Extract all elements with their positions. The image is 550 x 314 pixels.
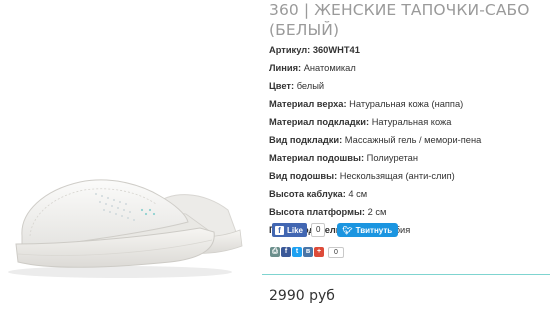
spec-value: 2 см xyxy=(367,207,387,217)
facebook-like-count: 0 xyxy=(311,223,326,237)
spec-value: Натуральная кожа xyxy=(371,117,452,127)
spec-label: Материал подошвы: xyxy=(269,153,365,163)
google-plus-icon[interactable]: + xyxy=(314,247,324,257)
spec-value: Натуральная кожа (наппа) xyxy=(349,99,464,109)
spec-heel-height: Высота каблука: 4 см xyxy=(269,188,550,206)
product-price: 2990 руб xyxy=(269,288,335,304)
spec-color: Цвет: белый xyxy=(269,80,550,98)
spec-value: Полиуретан xyxy=(366,153,418,163)
product-specs: Артикул: 360WHT41 Линия: Анатомикал Цвет… xyxy=(269,44,550,242)
spec-label: Цвет: xyxy=(269,81,295,91)
twitter-bird-icon: 🐦︎ xyxy=(342,225,353,235)
product-title-line1: 360 | ЖЕНСКИЕ ТАПОЧКИ-САБО xyxy=(269,1,530,19)
share-bar: ⎙ f t в + 0 xyxy=(270,246,344,258)
spec-label: Линия: xyxy=(269,63,302,73)
tweet-label: Твитнуть xyxy=(355,225,393,235)
product-title: 360 | ЖЕНСКИЕ ТАПОЧКИ-САБО (БЕЛЫЙ) xyxy=(269,0,550,40)
spec-value: Анатомикал xyxy=(303,63,356,73)
divider xyxy=(262,274,550,275)
spec-line: Линия: Анатомикал xyxy=(269,62,550,80)
facebook-like-label: Like xyxy=(287,225,304,235)
spec-sole-type: Вид подошвы: Нескользящая (анти-слип) xyxy=(269,170,550,188)
spec-lining-material: Материал подкладки: Натуральная кожа xyxy=(269,116,550,134)
social-buttons: f Like 0 🐦︎ Твитнуть xyxy=(272,222,399,238)
vk-icon[interactable]: в xyxy=(303,247,313,257)
spec-lining-type: Вид подкладки: Массажный гель / мемори-п… xyxy=(269,134,550,152)
spec-label: Вид подкладки: xyxy=(269,135,343,145)
spec-value: 360WHT41 xyxy=(312,45,360,55)
facebook-icon: f xyxy=(275,225,284,235)
tweet-button[interactable]: 🐦︎ Твитнуть xyxy=(337,223,399,237)
spec-upper-material: Материал верха: Натуральная кожа (наппа) xyxy=(269,98,550,116)
spec-value: 4 см xyxy=(348,189,368,199)
facebook-like-button[interactable]: f Like xyxy=(272,223,308,237)
share-count: 0 xyxy=(328,246,344,258)
product-title-line2: (БЕЛЫЙ) xyxy=(269,21,340,39)
spec-label: Материал подкладки: xyxy=(269,117,370,127)
facebook-icon[interactable]: f xyxy=(281,247,291,257)
white-clog-image xyxy=(8,179,243,278)
product-image[interactable] xyxy=(0,0,262,309)
spec-value: белый xyxy=(296,81,325,91)
spec-value: Массажный гель / мемори-пена xyxy=(344,135,482,145)
spec-article: Артикул: 360WHT41 xyxy=(269,44,550,62)
print-icon[interactable]: ⎙ xyxy=(270,247,280,257)
spec-label: Материал верха: xyxy=(269,99,347,109)
spec-label: Высота каблука: xyxy=(269,189,346,199)
spec-sole-material: Материал подошвы: Полиуретан xyxy=(269,152,550,170)
spec-value: Нескользящая (анти-слип) xyxy=(339,171,455,181)
spec-label: Артикул: xyxy=(269,45,311,55)
spec-label: Высота платформы: xyxy=(269,207,365,217)
spec-label: Вид подошвы: xyxy=(269,171,338,181)
twitter-icon[interactable]: t xyxy=(292,247,302,257)
